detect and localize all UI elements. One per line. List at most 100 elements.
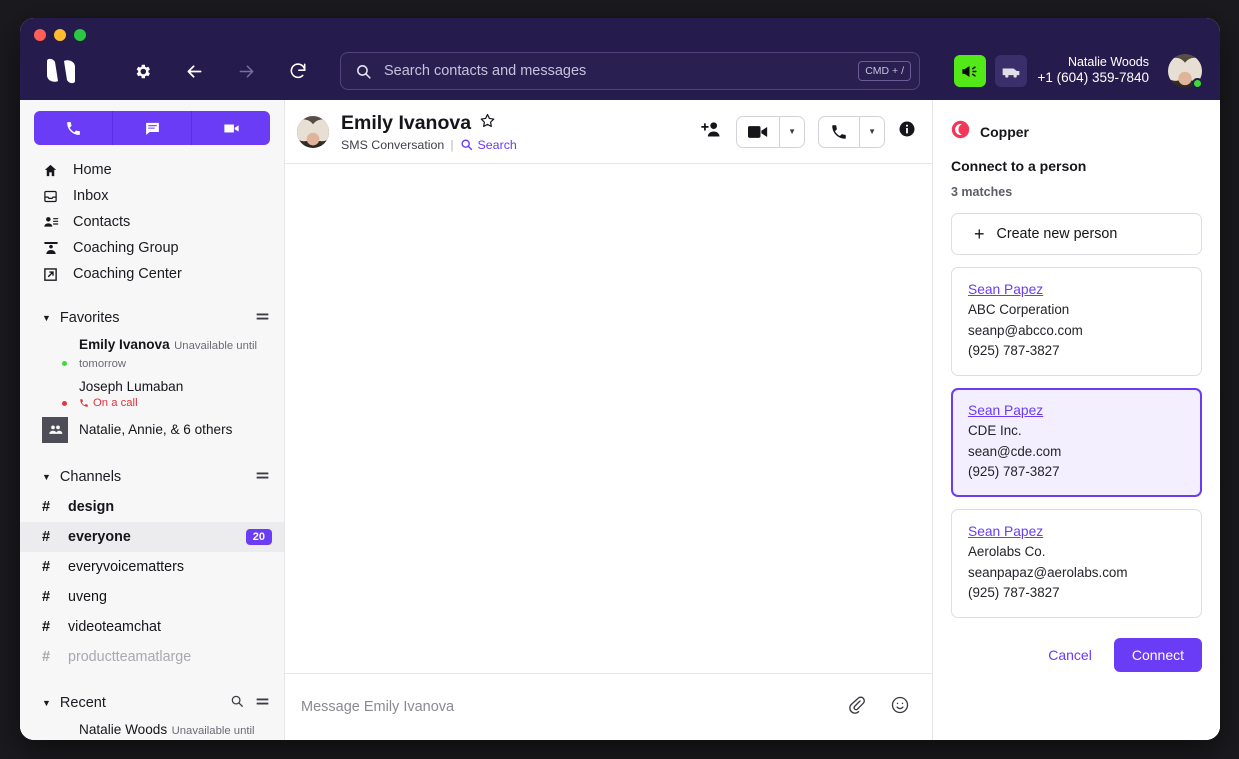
avatar [42,381,68,407]
sidebar-item-label: Contacts [73,214,130,230]
inbox-icon [42,189,59,204]
connect-button[interactable]: Connect [1114,638,1202,672]
back-arrow-icon[interactable] [174,51,214,91]
current-user-avatar[interactable] [1168,54,1202,88]
channel-item-everyone[interactable]: # everyone 20 [20,522,284,552]
phone-call-button[interactable]: ▼ [818,116,885,148]
search-icon [355,63,372,80]
current-user-name: Natalie Woods [1038,55,1149,71]
match-name[interactable]: Sean Papez [968,521,1187,542]
create-new-person-button[interactable]: + Create new person [951,213,1202,255]
match-email: sean@cde.com [968,442,1187,463]
chevron-down-icon: ▼ [42,472,51,482]
message-composer[interactable]: Message Emily Ivanova [285,674,932,740]
match-card[interactable]: Sean Papez ABC Corperation seanp@abcco.c… [951,267,1202,376]
contacts-icon [42,214,59,230]
sidebar-item-label: Coaching Group [73,240,179,256]
sidebar-item-label: Home [73,162,112,178]
sidebar-item-coaching-group[interactable]: Coaching Group [20,235,284,261]
gear-icon[interactable] [122,51,162,91]
list-item[interactable]: Joseph Lumaban On a call [20,375,284,414]
page-title: Emily Ivanova [341,112,471,135]
recent-section-header[interactable]: ▼ Recent [20,688,284,718]
avatar [42,341,68,367]
current-user-info: Natalie Woods +1 (604) 359-7840 [1038,55,1149,88]
copper-logo-icon [951,120,970,144]
message-list [285,164,932,674]
create-new-person-label: Create new person [997,226,1118,242]
copper-panel: Copper Connect to a person 3 matches + C… [932,100,1220,740]
chevron-down-icon: ▼ [42,313,51,323]
match-name[interactable]: Sean Papez [968,400,1187,421]
conversation-avatar [297,116,329,148]
sidebar-item-contacts[interactable]: Contacts [20,209,284,235]
channel-item-uveng[interactable]: # uveng [20,582,284,612]
avatar [42,726,68,740]
add-person-icon[interactable] [701,119,723,144]
desktop-background: Search contacts and messages CMD + / [0,0,1239,759]
message-tab[interactable] [112,111,191,145]
channels-menu-icon[interactable] [255,469,270,485]
conversation-pane: Emily Ivanova SMS Conversation | Search [285,100,932,740]
match-company: ABC Corperation [968,300,1187,321]
cancel-button[interactable]: Cancel [1038,639,1102,671]
van-icon[interactable] [995,55,1027,87]
emoji-icon[interactable] [890,695,910,720]
list-item[interactable]: Emily Ivanova Unavailable until tomorrow [20,333,284,375]
list-item[interactable]: Natalie Woods Unavailable until tomorrow [20,718,284,740]
minimize-window-button[interactable] [54,29,66,41]
copper-matches-count: 3 matches [951,185,1202,199]
channel-item-productteamatlarge[interactable]: # productteamatlarge [20,642,284,672]
sidebar-item-coaching-center[interactable]: Coaching Center [20,261,284,287]
close-window-button[interactable] [34,29,46,41]
forward-arrow-icon[interactable] [226,51,266,91]
attachment-icon[interactable] [847,695,866,719]
match-card-selected[interactable]: Sean Papez CDE Inc. sean@cde.com (925) 7… [951,388,1202,497]
app-logo-icon [42,54,80,88]
favorites-menu-icon[interactable] [255,310,270,326]
info-icon[interactable] [898,120,916,143]
current-user-phone: +1 (604) 359-7840 [1038,70,1149,87]
match-name[interactable]: Sean Papez [968,279,1187,300]
channels-section-header[interactable]: ▼ Channels [20,462,284,492]
phone-tab[interactable] [34,111,112,145]
sidebar-item-label: Inbox [73,188,108,204]
recent-menu-icon[interactable] [255,695,270,711]
phone-icon [819,123,859,141]
sidebar-item-home[interactable]: Home [20,157,284,183]
channel-item-design[interactable]: # design [20,492,284,522]
external-link-icon [42,267,59,282]
mode-switch [34,111,270,145]
video-tab[interactable] [191,111,270,145]
match-company: CDE Inc. [968,421,1187,442]
list-item[interactable]: Natalie, Annie, & 6 others [20,414,284,446]
sidebar: Home Inbox Contacts Coaching Group Coach… [20,100,285,740]
conversation-header: Emily Ivanova SMS Conversation | Search [285,100,932,164]
plus-icon: + [974,225,985,243]
channel-label: everyvoicematters [68,559,184,575]
conversation-search-button[interactable]: Search [460,138,517,152]
channel-item-everyvoicematters[interactable]: # everyvoicematters [20,552,284,582]
chevron-down-icon[interactable]: ▼ [859,117,884,147]
channel-item-videoteamchat[interactable]: # videoteamchat [20,612,284,642]
hash-icon: # [42,499,52,515]
megaphone-icon[interactable] [954,55,986,87]
video-call-button[interactable]: ▼ [736,116,805,148]
reload-icon[interactable] [278,51,318,91]
global-search-input[interactable]: Search contacts and messages CMD + / [340,52,920,90]
divider: | [450,138,453,152]
channels-title: Channels [60,469,121,485]
conversation-subtitle: SMS Conversation [341,138,444,152]
favorites-section-header[interactable]: ▼ Favorites [20,303,284,333]
titlebar: Search contacts and messages CMD + / [20,18,1220,100]
match-card[interactable]: Sean Papez Aerolabs Co. seanpapaz@aerola… [951,509,1202,618]
favorite-star-icon[interactable] [479,112,496,135]
sidebar-item-inbox[interactable]: Inbox [20,183,284,209]
app-window: Search contacts and messages CMD + / [20,18,1220,740]
copper-app-name: Copper [980,124,1029,140]
chevron-down-icon[interactable]: ▼ [779,117,804,147]
match-email: seanpapaz@aerolabs.com [968,563,1187,584]
recent-search-icon[interactable] [230,694,244,712]
favorite-status: On a call [93,396,138,411]
maximize-window-button[interactable] [74,29,86,41]
